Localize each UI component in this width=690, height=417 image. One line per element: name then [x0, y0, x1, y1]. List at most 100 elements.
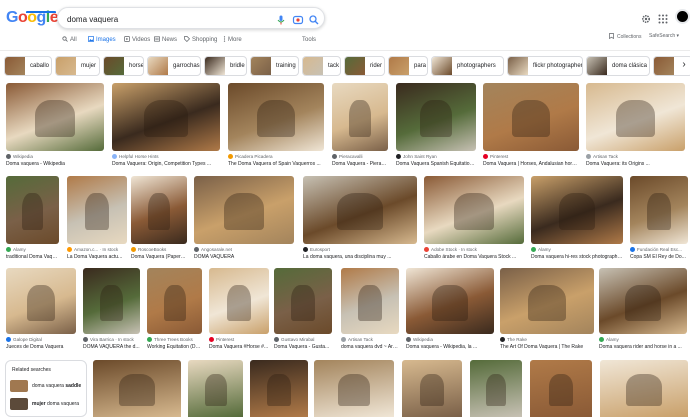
result-title[interactable]: Doma vaquera - Wikipedia: [6, 161, 104, 167]
result-source[interactable]: Wikipedia: [406, 337, 494, 342]
result-thumbnail[interactable]: [93, 360, 181, 417]
tab-news[interactable]: News: [154, 36, 177, 44]
image-result[interactable]: Helpful Horse Hints Doma Vaquera: Origin,…: [112, 83, 220, 171]
result-title[interactable]: Copa SM El Rey de Do...: [630, 254, 688, 260]
tab-images[interactable]: Images: [88, 36, 116, 44]
result-title[interactable]: doma vaquera dvd ~ Artis...: [341, 344, 399, 350]
result-thumbnail[interactable]: [131, 176, 187, 244]
result-title[interactable]: DOMA VAQUERA the d...: [83, 344, 140, 350]
tab-all[interactable]: All: [62, 36, 77, 44]
result-title[interactable]: DOMA VAQUERA: [194, 254, 294, 260]
image-result[interactable]: Wikipedia Doma vaquera - Wikipedia: [6, 83, 104, 171]
result-thumbnail[interactable]: [194, 176, 294, 244]
result-source[interactable]: Artisan Tack: [586, 154, 685, 159]
result-thumbnail[interactable]: [228, 83, 324, 151]
image-result[interactable]: John Saint Ryan Doma Vaquera Spanish Equi…: [396, 83, 476, 171]
result-source[interactable]: Picadera Picadera: [228, 154, 324, 159]
collections-link[interactable]: Collections: [609, 33, 641, 41]
image-result[interactable]: Fundación Real Esc... Copa SM El Rey de D…: [630, 176, 688, 264]
image-result[interactable]: Alamy Doma vaquera hi-res stock photograp…: [531, 176, 623, 264]
result-thumbnail[interactable]: [531, 176, 623, 244]
result-title[interactable]: Doma Vaquera Spanish Equitation ...: [396, 161, 476, 167]
result-source[interactable]: Angosarale.net: [194, 247, 294, 252]
image-result[interactable]: Pinterest Doma Vaquera | Horses, Andalusi…: [483, 83, 579, 171]
tab-shopping[interactable]: Shopping: [184, 36, 217, 44]
chip-3[interactable]: garrochas: [147, 56, 201, 76]
apps-grid-icon[interactable]: [658, 11, 668, 29]
result-title[interactable]: Doma Vaquera: Origin, Competition Types …: [112, 161, 220, 167]
result-source[interactable]: Pieracavalli: [332, 154, 388, 159]
result-thumbnail[interactable]: [424, 176, 524, 244]
result-source[interactable]: Galope Digital: [6, 337, 76, 342]
image-result[interactable]: Adobe Stock · In stock Caballo árabe en D…: [424, 176, 524, 264]
result-title[interactable]: Doma Vaquera | Horses, Andalusian horse …: [483, 161, 579, 167]
result-source[interactable]: Amazon.c... · In stock: [67, 247, 127, 252]
microphone-icon[interactable]: [275, 13, 287, 25]
image-result[interactable]: Picadera Picadera The Doma Vaquera of Spa…: [228, 83, 324, 171]
related-search-item[interactable]: doma vaquera saddle: [10, 379, 81, 393]
result-title[interactable]: La doma vaquera, una disciplina muy ...: [303, 254, 417, 260]
tab-more[interactable]: More: [223, 36, 242, 44]
result-thumbnail[interactable]: [530, 360, 592, 417]
result-thumbnail[interactable]: [586, 83, 685, 151]
result-title[interactable]: Doma vaquera rider and horse in a ...: [599, 344, 687, 350]
image-result[interactable]: Three Trees Books Working Equitation (Do.…: [147, 268, 202, 354]
result-source[interactable]: Alamy: [599, 337, 687, 342]
result-source[interactable]: Alamy: [531, 247, 623, 252]
result-thumbnail[interactable]: [500, 268, 594, 334]
result-thumbnail[interactable]: [147, 268, 202, 334]
search-box[interactable]: [57, 7, 325, 29]
result-title[interactable]: La Doma Vaquera actu...: [67, 254, 127, 260]
result-source[interactable]: Gustavo Mirabal: [274, 337, 332, 342]
result-source[interactable]: Alamy: [6, 247, 59, 252]
image-result[interactable]: Eurosport La doma vaquera, una disciplina…: [303, 176, 417, 264]
image-result[interactable]: RoscoeBooks Doma Vaquera (Paperb...: [131, 176, 187, 264]
result-thumbnail[interactable]: [470, 360, 522, 417]
result-thumbnail[interactable]: [303, 176, 417, 244]
result-title[interactable]: Doma vaquera - Wikipedia, la ...: [406, 344, 494, 350]
result-thumbnail[interactable]: [332, 83, 388, 151]
result-thumbnail[interactable]: [599, 268, 687, 334]
result-thumbnail[interactable]: [406, 268, 494, 334]
settings-gear-icon[interactable]: [641, 11, 651, 29]
result-thumbnail[interactable]: [209, 268, 269, 334]
result-thumbnail[interactable]: [483, 83, 579, 151]
result-thumbnail[interactable]: [396, 83, 476, 151]
chip-1[interactable]: mujer: [55, 56, 100, 76]
result-title[interactable]: Jueces de Doma Vaquera: [6, 344, 76, 350]
result-source[interactable]: Fundación Real Esc...: [630, 247, 688, 252]
chip-9[interactable]: photographers: [431, 56, 504, 76]
result-title[interactable]: Doma vaquera hi-res stock photography ..…: [531, 254, 623, 260]
result-thumbnail[interactable]: [6, 83, 104, 151]
image-result[interactable]: Pinterest Doma Vaquera #Horse #...: [209, 268, 269, 354]
chip-5[interactable]: training: [250, 56, 299, 76]
chip-7[interactable]: rider: [344, 56, 385, 76]
result-thumbnail[interactable]: [274, 268, 332, 334]
image-result[interactable]: Pieracavalli Doma Vaquera - Pieracavalli …: [332, 83, 388, 171]
tab-videos[interactable]: Videos: [124, 36, 150, 44]
chip-2[interactable]: horse: [103, 56, 144, 76]
image-result[interactable]: Gustavo Mirabal Doma Vaquera - Gusta...: [274, 268, 332, 354]
image-result[interactable]: Alamy traditional Doma Vaquer...: [6, 176, 59, 264]
related-search-item[interactable]: mujer doma vaquera: [10, 397, 79, 411]
image-result[interactable]: Wikipedia Doma vaquera - Wikipedia, la ..…: [406, 268, 494, 354]
image-result[interactable]: Artisan Tack Doma Vaquera: its Origins ..…: [586, 83, 685, 171]
result-title[interactable]: Working Equitation (Do...: [147, 344, 202, 350]
chip-8[interactable]: para: [388, 56, 428, 76]
result-thumbnail[interactable]: [188, 360, 243, 417]
tools-button[interactable]: Tools: [302, 37, 316, 43]
account-avatar[interactable]: [675, 9, 690, 24]
result-source[interactable]: Helpful Horse Hints: [112, 154, 220, 159]
chip-0[interactable]: caballo: [4, 56, 52, 76]
result-title[interactable]: Caballo árabe en Doma Vaquera Stock ...: [424, 254, 524, 260]
chip-6[interactable]: tack: [302, 56, 341, 76]
result-thumbnail[interactable]: [341, 268, 399, 334]
image-result[interactable]: The Rake The Art Of Doma Vaquera | The Ra…: [500, 268, 594, 354]
result-source[interactable]: RoscoeBooks: [131, 247, 187, 252]
chip-4[interactable]: bridle: [204, 56, 247, 76]
result-title[interactable]: Doma Vaquera #Horse #...: [209, 344, 269, 350]
result-title[interactable]: Doma Vaquera (Paperb...: [131, 254, 187, 260]
result-thumbnail[interactable]: [6, 176, 59, 244]
image-result[interactable]: Amazon.c... · In stock La Doma Vaquera ac…: [67, 176, 127, 264]
result-thumbnail[interactable]: [630, 176, 688, 244]
